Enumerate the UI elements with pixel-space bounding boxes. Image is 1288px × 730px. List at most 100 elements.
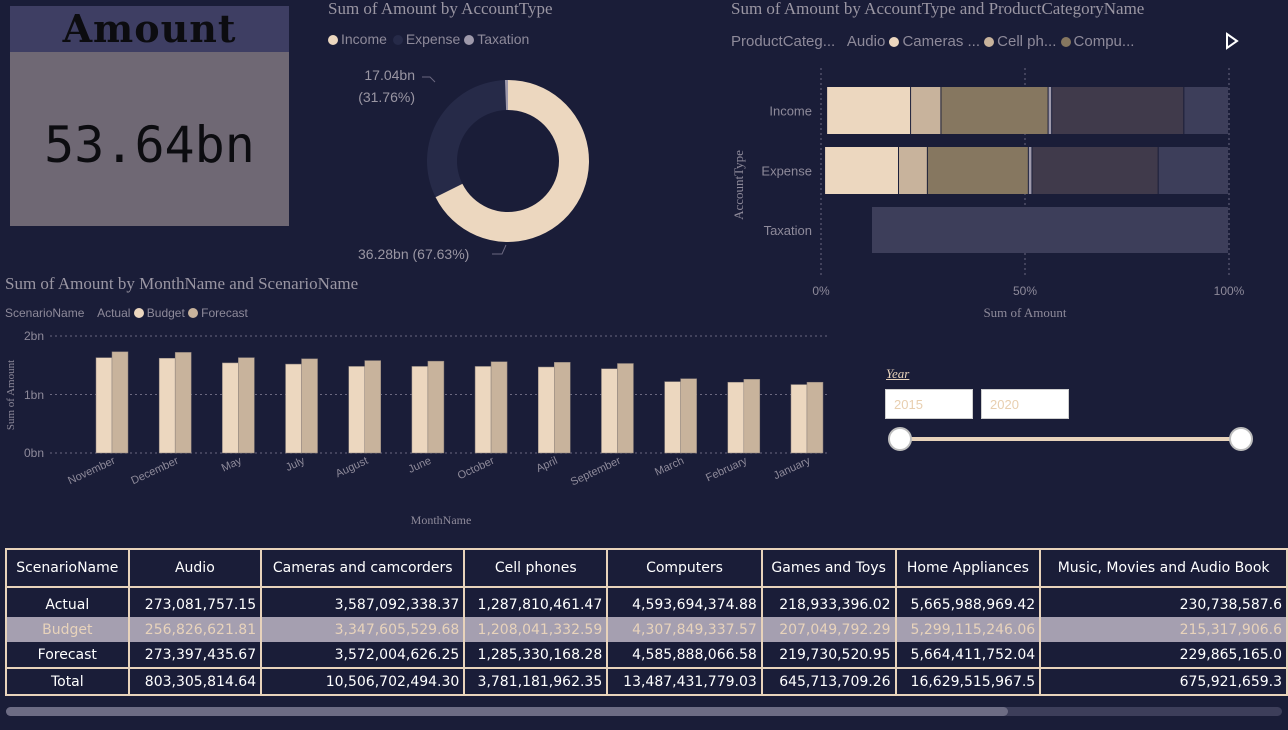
table-header-row: ScenarioName Audio Cameras and camcorder… [5, 548, 1288, 588]
legend-item-taxation[interactable]: Taxation [464, 31, 529, 47]
column-bar-budget[interactable] [285, 363, 302, 454]
column-bar-budget[interactable] [474, 366, 492, 454]
legend-label: Compu... [1073, 33, 1135, 50]
kpi-card[interactable]: Amount 53.64bn [10, 6, 289, 226]
donut-legend[interactable]: Income Expense Taxation [328, 31, 529, 47]
table-row-actual[interactable]: Actual 273,081,757.15 3,587,092,338.37 1… [5, 592, 1288, 617]
column-bar-forecast[interactable] [554, 362, 571, 454]
column-bar-forecast[interactable] [111, 351, 129, 454]
legend-item-income[interactable]: Income [328, 31, 387, 47]
column-bar-forecast[interactable] [680, 378, 697, 454]
donut-label-expense-pct: (31.76%) [358, 89, 415, 105]
legend-item-budget[interactable]: Budget [133, 306, 185, 320]
table-cell: 230,738,587.6 [1039, 592, 1288, 617]
column-x-tick: December [129, 455, 180, 487]
table-cell: 4,307,849,337.57 [606, 617, 763, 642]
column-legend[interactable]: ScenarioName Actual Budget Forecast [5, 306, 248, 320]
stacked-bar-segment[interactable] [927, 147, 1028, 194]
stacked-bar-segment[interactable] [899, 147, 927, 194]
stacked-bar-segment[interactable] [872, 207, 1228, 253]
legend-item[interactable]: Cell ph... [984, 33, 1056, 50]
column-chart[interactable]: November December May July August June October… [0, 325, 840, 535]
legend-item-expense[interactable]: Expense [391, 31, 460, 47]
column-bar-budget[interactable] [538, 366, 555, 454]
stacked-bar-chart[interactable]: Income Expense Taxation AccountType Sum of… [728, 60, 1268, 325]
year-slider-handle-start[interactable] [888, 427, 912, 451]
column-bar-budget[interactable] [727, 381, 745, 454]
col-header-games[interactable]: Games and Toys [760, 548, 897, 588]
table-cell: Forecast [5, 642, 130, 668]
column-x-tick: February [704, 455, 749, 485]
column-x-axis-label: MonthName [411, 513, 472, 527]
legend-next-arrow-icon[interactable] [1224, 32, 1240, 50]
column-y-tick: 2bn [24, 329, 44, 343]
year-slicer-label: Year [886, 366, 910, 381]
legend-label: Actual [97, 306, 131, 320]
column-bar-budget[interactable] [95, 357, 113, 454]
column-bar-budget[interactable] [348, 366, 365, 454]
table-cell: 273,081,757.15 [127, 592, 263, 617]
column-bar-forecast[interactable] [743, 379, 761, 454]
table-row-forecast[interactable]: Forecast 273,397,435.67 3,572,004,626.25… [5, 642, 1288, 668]
column-bar-forecast[interactable] [301, 358, 318, 454]
column-bar-forecast[interactable] [238, 357, 255, 454]
table-cell: Total [5, 667, 130, 696]
year-from-input[interactable]: 2015 [885, 389, 973, 419]
table-row-budget[interactable]: Budget 256,826,621.81 3,347,605,529.68 1… [5, 617, 1288, 642]
donut-chart-title: Sum of Amount by AccountType [328, 0, 553, 18]
column-bar-budget[interactable] [222, 362, 239, 454]
column-bar-forecast[interactable] [490, 361, 508, 454]
column-y-axis-label: Sum of Amount [5, 360, 17, 430]
column-bar-forecast[interactable] [364, 360, 381, 454]
year-slider-track[interactable] [902, 437, 1241, 441]
stacked-bar-segment[interactable] [1028, 147, 1032, 194]
stacked-bar-segment[interactable] [941, 87, 1048, 134]
legend-label: Expense [405, 31, 461, 47]
column-bar-budget[interactable] [601, 368, 618, 454]
year-slider-handle-end[interactable] [1229, 427, 1253, 451]
stacked-bar-segment[interactable] [827, 87, 911, 134]
column-chart-title: Sum of Amount by MonthName and ScenarioN… [5, 274, 359, 293]
horizontal-scrollbar-thumb[interactable] [6, 707, 1008, 716]
stacked-bar-segment[interactable] [1184, 87, 1228, 134]
col-header-music[interactable]: Music, Movies and Audio Book [1039, 548, 1288, 588]
matrix-table-container[interactable]: ScenarioName Audio Cameras and camcorder… [5, 548, 1288, 698]
legend-item-actual[interactable]: Actual [97, 306, 130, 320]
stacked-bar-segment[interactable] [1158, 147, 1228, 194]
stacked-x-tick: 50% [1013, 284, 1037, 298]
column-bar-budget[interactable] [664, 381, 681, 454]
col-header-audio[interactable]: Audio [127, 548, 263, 588]
stacked-bar-segment[interactable] [1048, 87, 1052, 134]
legend-item[interactable]: Cameras ... [889, 33, 980, 50]
donut-slice-expense[interactable] [427, 80, 507, 198]
donut-chart[interactable]: 17.04bn (31.76%) 36.28bn (67.63%) [330, 60, 700, 270]
column-bar-forecast[interactable] [174, 352, 192, 454]
legend-item[interactable]: Compu... [1060, 33, 1135, 50]
col-header-home-appliances[interactable]: Home Appliances [894, 548, 1042, 588]
column-bar-budget[interactable] [411, 366, 429, 454]
table-cell: 5,299,115,246.06 [894, 617, 1042, 642]
stacked-bar-segment[interactable] [911, 87, 941, 134]
stacked-bar-segment[interactable] [1032, 147, 1158, 194]
legend-title: ScenarioName [5, 306, 85, 320]
col-header-cameras[interactable]: Cameras and camcorders [260, 548, 466, 588]
column-bar-budget[interactable] [158, 357, 176, 454]
legend-item-forecast[interactable]: Forecast [188, 306, 248, 320]
col-header-computers[interactable]: Computers [606, 548, 763, 588]
column-bar-budget[interactable] [790, 384, 808, 454]
table-row-total[interactable]: Total 803,305,814.64 10,506,702,494.30 3… [5, 667, 1288, 696]
col-header-cell-phones[interactable]: Cell phones [463, 548, 609, 588]
year-to-input[interactable]: 2020 [981, 389, 1069, 419]
table-cell: 229,865,165.0 [1039, 642, 1288, 668]
column-x-tick: July [284, 455, 307, 474]
stacked-bar-segment[interactable] [1052, 87, 1184, 134]
column-bar-forecast[interactable] [427, 360, 445, 454]
legend-item[interactable]: Audio [847, 33, 885, 50]
col-header-scenario[interactable]: ScenarioName [5, 548, 130, 588]
column-bar-forecast[interactable] [806, 381, 824, 454]
stacked-legend[interactable]: ProductCateg... Audio Cameras ... Cell p… [731, 33, 1134, 50]
legend-title: ProductCateg... [731, 33, 836, 50]
column-bar-forecast[interactable] [617, 363, 634, 454]
stacked-bar-segment[interactable] [825, 147, 899, 194]
column-x-tick: April [535, 455, 560, 475]
